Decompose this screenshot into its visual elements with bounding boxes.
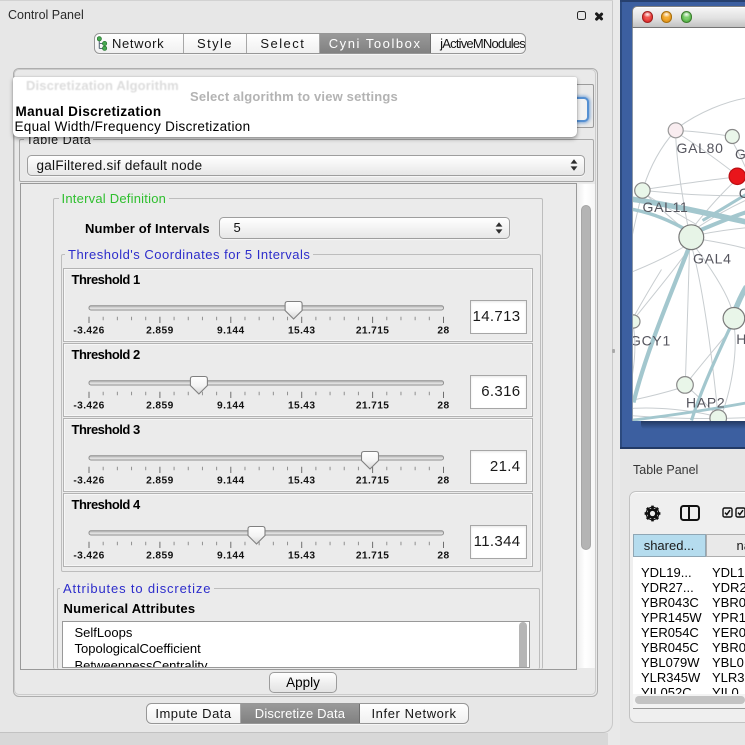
- svg-text:28: 28: [437, 325, 449, 336]
- svg-text:2.859: 2.859: [146, 400, 174, 411]
- svg-text:21.715: 21.715: [356, 325, 390, 336]
- svg-text:15.43: 15.43: [288, 400, 316, 411]
- svg-text:-3.426: -3.426: [73, 400, 104, 411]
- svg-text:21.715: 21.715: [356, 400, 390, 411]
- svg-text:HA: HA: [736, 331, 745, 347]
- svg-text:21.715: 21.715: [356, 475, 390, 486]
- svg-text:28: 28: [437, 550, 449, 561]
- svg-text:2.859: 2.859: [146, 325, 174, 336]
- svg-text:GAL2: GAL2: [735, 145, 745, 161]
- svg-text:-3.426: -3.426: [73, 475, 104, 486]
- svg-text:28: 28: [437, 400, 449, 411]
- svg-text:9.144: 9.144: [217, 475, 245, 486]
- svg-text:2.859: 2.859: [146, 475, 174, 486]
- svg-text:CD: CD: [738, 185, 745, 201]
- svg-text:15.43: 15.43: [288, 550, 316, 561]
- svg-text:21.715: 21.715: [356, 550, 390, 561]
- svg-text:28: 28: [437, 475, 449, 486]
- svg-text:GAL11: GAL11: [642, 199, 688, 215]
- svg-text:15.43: 15.43: [288, 325, 316, 336]
- svg-text:2.859: 2.859: [146, 550, 174, 561]
- svg-text:GAL4: GAL4: [693, 250, 732, 266]
- svg-text:-3.426: -3.426: [73, 325, 104, 336]
- svg-text:GCY1: GCY1: [633, 332, 671, 348]
- svg-text:9.144: 9.144: [217, 325, 245, 336]
- svg-text:9.144: 9.144: [217, 400, 245, 411]
- svg-text:15.43: 15.43: [288, 475, 316, 486]
- svg-text:-3.426: -3.426: [73, 550, 104, 561]
- svg-text:HAP2: HAP2: [686, 394, 725, 410]
- svg-text:GAL80: GAL80: [676, 139, 723, 155]
- svg-text:9.144: 9.144: [217, 550, 245, 561]
